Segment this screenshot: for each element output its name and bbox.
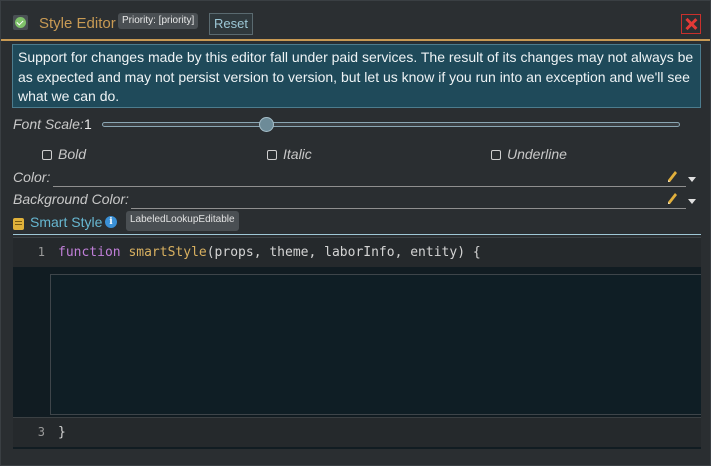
font-scale-label: Font Scale:: [13, 116, 84, 132]
style-editor-window: Style Editor Priority: [priority] Reset …: [0, 0, 711, 466]
code-text[interactable]: function smartStyle(props, theme, laborI…: [58, 245, 481, 260]
title-bar: Style Editor Priority: [priority] Reset: [1, 1, 710, 41]
line-number: 3: [37, 425, 45, 439]
font-scale-value: 1: [84, 116, 92, 132]
italic-checkbox[interactable]: [267, 150, 277, 160]
color-label: Color:: [13, 169, 51, 185]
smart-style-divider: [13, 234, 701, 235]
line-number: 1: [37, 245, 45, 259]
tooltip: LabeledLookupEditable: [126, 211, 239, 231]
code-keyword: function: [58, 245, 121, 260]
font-scale-slider[interactable]: [102, 122, 680, 127]
pencil-icon[interactable]: [666, 192, 678, 206]
bold-label: Bold: [58, 146, 87, 162]
background-color-input[interactable]: [131, 208, 686, 209]
code-function-name: smartStyle: [128, 245, 207, 260]
code-line[interactable]: 3 }: [13, 417, 701, 447]
background-color-dropdown-icon[interactable]: [688, 199, 696, 204]
info-icon[interactable]: i: [105, 216, 117, 228]
bold-checkbox[interactable]: [42, 150, 52, 160]
background-color-label: Background Color:: [13, 191, 129, 207]
color-input[interactable]: [53, 186, 686, 187]
code-params: (props, theme, laborInfo, entity) {: [206, 245, 481, 260]
underline-label: Underline: [507, 146, 567, 162]
reset-button[interactable]: Reset: [209, 13, 253, 35]
code-line[interactable]: 1 function smartStyle(props, theme, labo…: [13, 237, 701, 267]
underline-checkbox[interactable]: [491, 150, 501, 160]
pencil-icon[interactable]: [666, 170, 678, 184]
priority-badge: Priority: [priority]: [118, 13, 199, 29]
color-dropdown-icon[interactable]: [688, 177, 696, 182]
code-text[interactable]: }: [58, 425, 66, 440]
close-icon[interactable]: [681, 14, 701, 34]
scroll-icon: [13, 218, 24, 230]
window-title: Style Editor: [39, 15, 116, 32]
smart-style-label: Smart Style: [30, 214, 103, 230]
italic-label: Italic: [283, 146, 312, 162]
code-editor-body[interactable]: [50, 274, 701, 415]
code-editor[interactable]: 1 function smartStyle(props, theme, labo…: [13, 237, 701, 449]
check-circle-icon: [13, 15, 28, 30]
paid-services-notice: Support for changes made by this editor …: [12, 44, 701, 108]
font-scale-slider-thumb[interactable]: [259, 117, 274, 132]
